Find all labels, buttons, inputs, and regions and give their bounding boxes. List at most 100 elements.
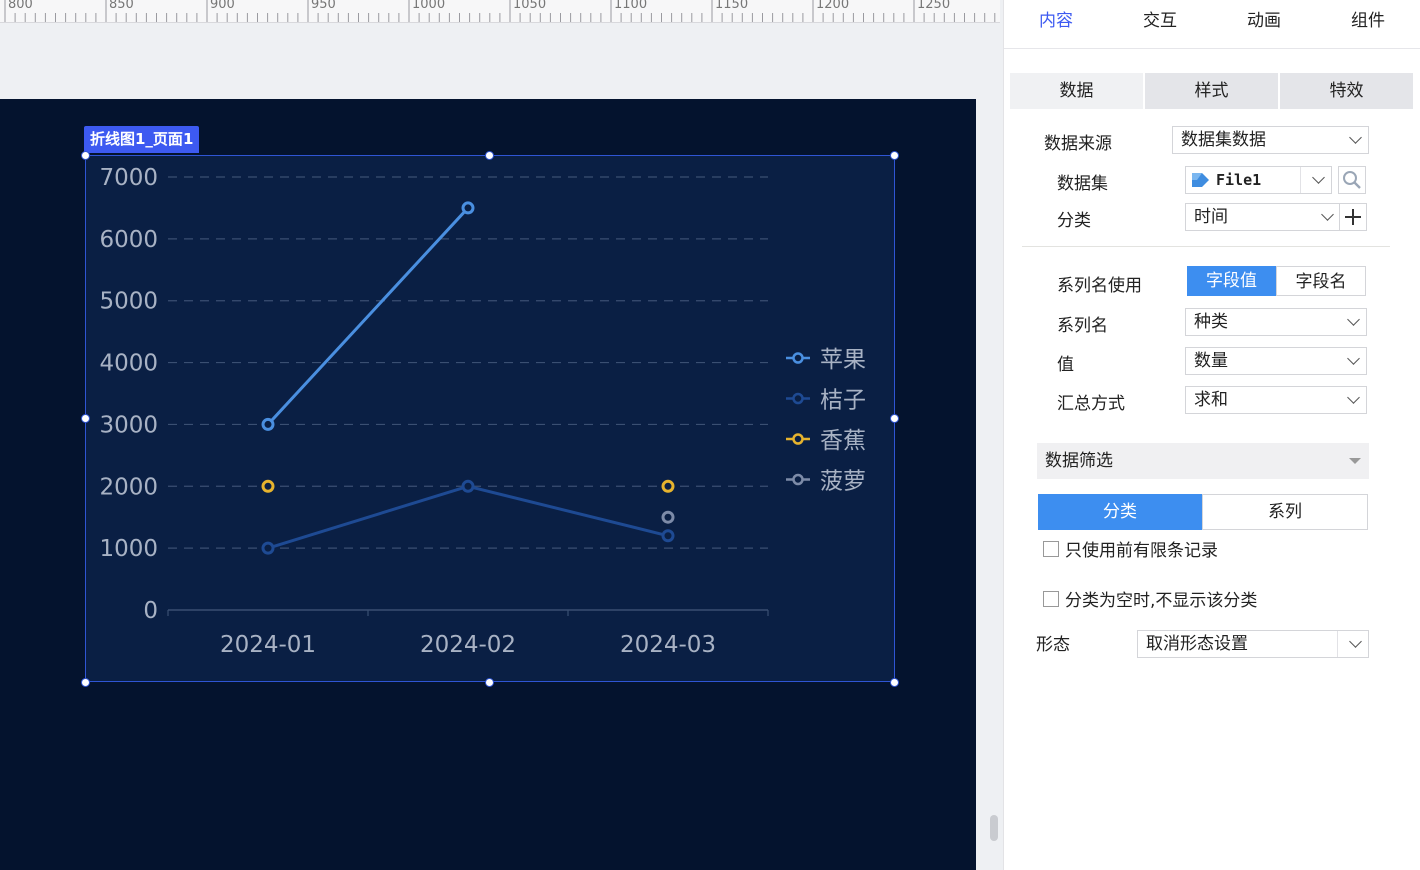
properties-panel: 内容 交互 动画 组件 数据 样式 特效 数据来源 数据集数据 数据集 File… (1003, 0, 1420, 870)
chevron-down-icon (1321, 208, 1334, 221)
y-tick-label: 1000 (99, 536, 158, 562)
limit-records-label: 只使用前有限条记录 (1065, 541, 1218, 561)
data-point (261, 541, 275, 555)
form-select[interactable]: 取消形态设置 (1137, 630, 1369, 658)
value-select[interactable]: 数量 (1185, 347, 1367, 375)
hide-empty-label: 分类为空时,不显示该分类 (1065, 591, 1258, 611)
dataset-select[interactable]: File1 (1185, 166, 1332, 194)
ruler-label: 1050 (513, 0, 547, 12)
series-line-segment (267, 484, 469, 550)
data-point (261, 417, 275, 431)
x-tick-label: 2024-03 (620, 632, 716, 658)
y-tick-label: 2000 (99, 474, 158, 500)
data-point (661, 510, 675, 524)
series-name-select[interactable]: 种类 (1185, 308, 1367, 336)
chevron-down-icon (1347, 352, 1360, 365)
widget-name-tag[interactable]: 折线图1_页面1 (84, 126, 200, 153)
series-line-segment (467, 484, 669, 538)
aggregation-value: 求和 (1194, 390, 1228, 410)
data-filter-title: 数据筛选 (1045, 451, 1113, 471)
ruler-label: 800 (8, 0, 33, 12)
value-value: 数量 (1194, 351, 1228, 371)
data-source-value: 数据集数据 (1181, 130, 1266, 150)
limit-records-checkbox[interactable] (1043, 540, 1059, 557)
subtab-style[interactable]: 样式 (1145, 73, 1278, 109)
data-point (661, 479, 675, 493)
category-value: 时间 (1194, 207, 1228, 227)
series-name-value: 种类 (1194, 312, 1228, 332)
series-name-label: 系列名 (1057, 316, 1108, 336)
data-source-label: 数据来源 (1044, 134, 1112, 154)
ruler-label: 1100 (614, 0, 648, 12)
ruler-ticks (4, 0, 996, 22)
hide-empty-checkbox[interactable] (1043, 590, 1059, 607)
ruler-label: 900 (210, 0, 235, 12)
vertical-scrollbar-thumb[interactable] (990, 815, 998, 841)
line-chart: 0 1000 2000 3000 4000 5000 6000 7000 2024-01 2024… (99, 165, 866, 658)
chevron-down-icon (1347, 313, 1360, 326)
resize-handle-left[interactable] (81, 414, 90, 423)
ruler-label: 1250 (917, 0, 951, 12)
caret-down-icon (1349, 458, 1361, 464)
series-name-use-field-value[interactable]: 字段值 (1187, 266, 1276, 296)
aggregation-select[interactable]: 求和 (1185, 386, 1367, 414)
y-tick-label: 5000 (99, 289, 158, 315)
resize-handle-bottom-right[interactable] (890, 678, 899, 687)
search-icon (1343, 171, 1361, 189)
chevron-down-icon (1312, 171, 1325, 184)
subtab-effect[interactable]: 特效 (1280, 73, 1413, 109)
tab-interaction[interactable]: 交互 (1108, 0, 1212, 48)
x-tick-label: 2024-02 (420, 632, 516, 658)
series-name-use-field-name[interactable]: 字段名 (1276, 266, 1366, 296)
data-point (261, 479, 275, 493)
legend-label: 香蕉 (820, 428, 866, 454)
aggregation-label: 汇总方式 (1057, 394, 1125, 414)
y-tick-label: 4000 (99, 351, 158, 377)
horizontal-ruler: 800 850 900 950 1000 1050 1100 1150 1200… (0, 0, 1000, 23)
subtab-data[interactable]: 数据 (1010, 73, 1143, 109)
ruler-label: 950 (311, 0, 336, 12)
chevron-down-icon (1349, 131, 1362, 144)
resize-handle-bottom-left[interactable] (81, 678, 90, 687)
series-line-segment (266, 206, 470, 426)
filter-tab-series[interactable]: 系列 (1202, 494, 1368, 530)
dataset-value: File1 (1216, 171, 1262, 189)
select-separator (1337, 631, 1338, 657)
resize-handle-right[interactable] (890, 414, 899, 423)
legend-label: 桔子 (820, 388, 866, 414)
x-tick-label: 2024-01 (220, 632, 316, 658)
data-point (461, 201, 475, 215)
y-tick-label: 7000 (99, 165, 158, 191)
ruler-label: 850 (109, 0, 134, 12)
data-point (461, 479, 475, 493)
resize-handle-top-right[interactable] (890, 151, 899, 160)
search-button[interactable] (1338, 166, 1366, 194)
limit-records-checkbox-row[interactable]: 只使用前有限条记录 (1043, 536, 1218, 561)
sub-tabs: 数据 样式 特效 (1010, 73, 1414, 109)
plus-icon (1345, 209, 1361, 225)
form-value: 取消形态设置 (1146, 634, 1248, 654)
resize-handle-bottom[interactable] (485, 678, 494, 687)
chevron-down-icon (1347, 391, 1360, 404)
resize-handle-top[interactable] (485, 151, 494, 160)
ruler-label: 1200 (816, 0, 850, 12)
category-select[interactable]: 时间 (1185, 203, 1341, 231)
data-point (661, 529, 675, 543)
line-chart-widget[interactable]: 0 1000 2000 3000 4000 5000 6000 7000 2024-01 2024… (85, 155, 895, 682)
add-category-button[interactable] (1339, 203, 1367, 231)
series-name-use-label: 系列名使用 (1057, 276, 1142, 296)
value-label: 值 (1057, 355, 1074, 375)
tab-content[interactable]: 内容 (1004, 0, 1108, 48)
ruler-label: 1000 (412, 0, 446, 12)
hide-empty-checkbox-row[interactable]: 分类为空时,不显示该分类 (1043, 586, 1257, 611)
y-tick-label: 3000 (99, 412, 158, 438)
y-tick-label: 6000 (99, 227, 158, 253)
resize-handle-top-left[interactable] (81, 151, 90, 160)
data-filter-header[interactable]: 数据筛选 (1037, 443, 1369, 479)
tab-animation[interactable]: 动画 (1212, 0, 1316, 48)
dataset-cube-icon (1192, 173, 1209, 187)
y-tick-label: 0 (143, 598, 158, 624)
data-source-select[interactable]: 数据集数据 (1172, 126, 1369, 154)
tab-component[interactable]: 组件 (1316, 0, 1420, 48)
form-label: 形态 (1036, 635, 1070, 655)
